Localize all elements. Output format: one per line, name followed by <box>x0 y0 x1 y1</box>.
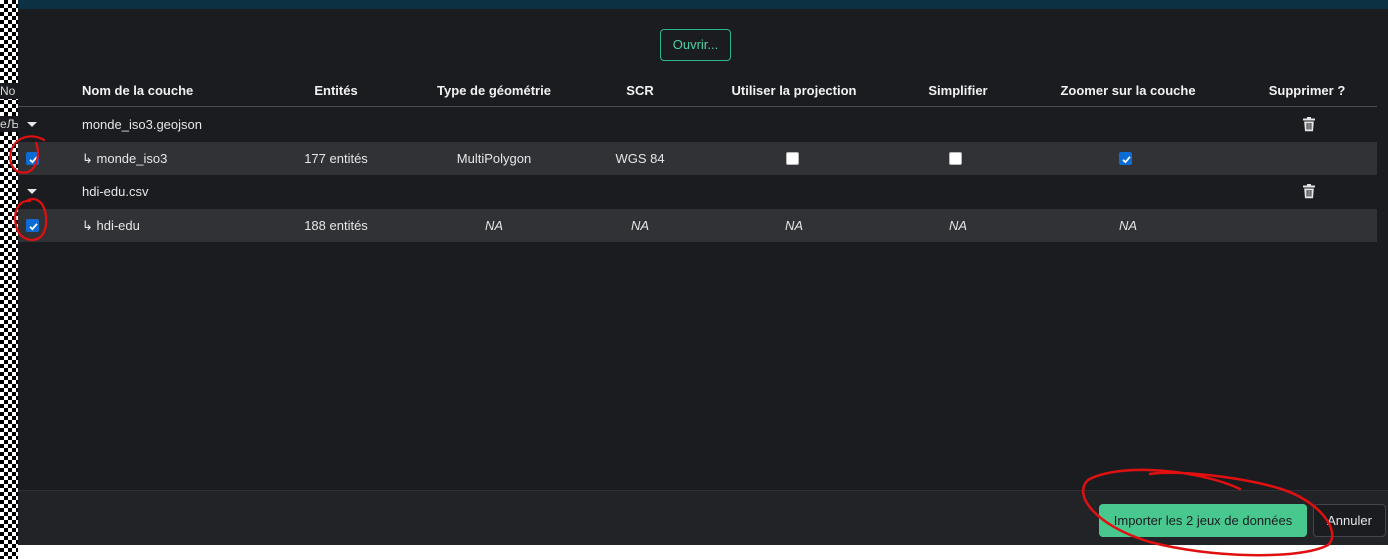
layer-name: ↳ hdi-edu <box>82 218 140 233</box>
layer-entities: 188 entités <box>304 218 368 233</box>
layer-crs: NA <box>630 218 650 233</box>
header-crs: SCR <box>626 83 654 98</box>
import-dialog: Ouvrir... Nom de la couche Entités Type … <box>18 0 1388 545</box>
use-projection-checkbox[interactable] <box>786 152 799 165</box>
layer-select-checkbox[interactable] <box>26 219 39 232</box>
import-datasets-button[interactable]: Importer les 2 jeux de données <box>1099 504 1307 537</box>
dialog-top-bar <box>18 0 1388 9</box>
collapse-caret-icon[interactable] <box>27 122 37 127</box>
layer-entities: 177 entités <box>304 151 368 166</box>
header-geometry-type: Type de géométrie <box>437 83 551 98</box>
header-simplify: Simplifier <box>928 83 988 98</box>
header-zoom-to-layer: Zoomer sur la couche <box>1060 83 1196 98</box>
header-divider <box>18 106 1377 107</box>
dataset-file-name: monde_iso3.geojson <box>82 117 202 132</box>
collapse-caret-icon[interactable] <box>27 189 37 194</box>
layer-name: ↳ monde_iso3 <box>82 151 168 166</box>
use-projection-value: NA <box>784 218 804 233</box>
header-layer-name: Nom de la couche <box>82 83 194 98</box>
dataset-row-monde-iso3: monde_iso3.geojson <box>18 108 1377 141</box>
dataset-row-hdi-edu: hdi-edu.csv <box>18 175 1377 208</box>
trash-icon[interactable] <box>1302 117 1316 132</box>
simplify-value: NA <box>948 218 968 233</box>
zoom-to-layer-value: NA <box>1118 218 1138 233</box>
layer-row-monde-iso3: ↳ monde_iso3 177 entités MultiPolygon WG… <box>18 142 1377 175</box>
header-entities: Entités <box>314 83 358 98</box>
trash-icon[interactable] <box>1302 184 1316 199</box>
header-delete: Supprimer ? <box>1268 83 1346 98</box>
header-use-projection: Utiliser la projection <box>731 83 857 98</box>
layer-geometry-type: MultiPolygon <box>456 151 532 166</box>
dataset-file-name: hdi-edu.csv <box>82 184 149 199</box>
open-file-button[interactable]: Ouvrir... <box>660 29 731 61</box>
cancel-button[interactable]: Annuler <box>1313 504 1386 537</box>
simplify-checkbox[interactable] <box>949 152 962 165</box>
layer-geometry-type: NA <box>484 218 504 233</box>
layer-crs: WGS 84 <box>615 151 665 166</box>
clipped-row-fragment: eЉ <box>0 116 18 132</box>
layer-select-checkbox[interactable] <box>26 152 39 165</box>
clipped-header-fragment: No <box>0 83 18 99</box>
zoom-to-layer-checkbox[interactable] <box>1119 152 1132 165</box>
layer-row-hdi-edu: ↳ hdi-edu 188 entités NA NA NA NA NA <box>18 209 1377 242</box>
